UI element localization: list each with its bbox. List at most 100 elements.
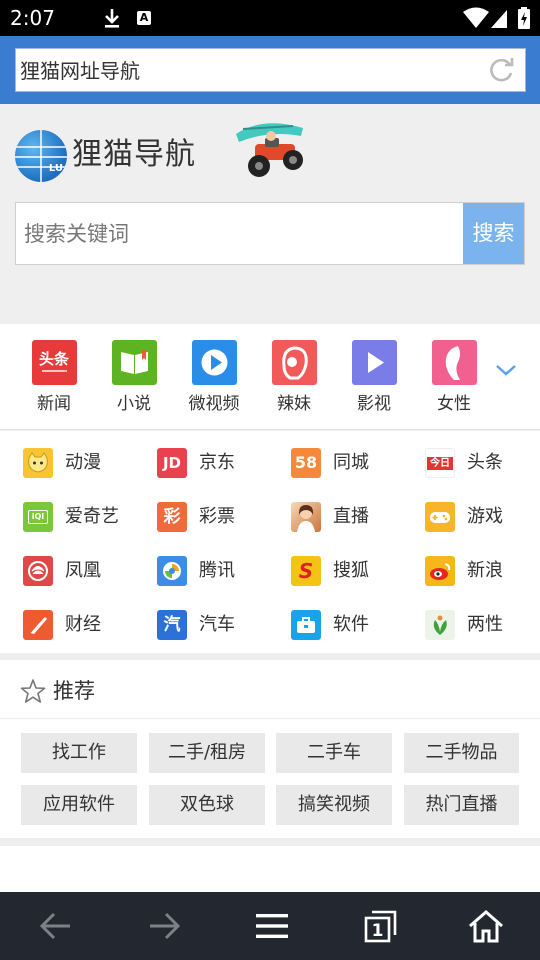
site-label: 汽车 (199, 614, 235, 635)
car-icon: 汽 (157, 610, 187, 640)
quick-item-movies[interactable]: 影视 (344, 340, 404, 415)
brand-name: 狸猫导航 (72, 137, 196, 172)
site-auto[interactable]: 汽 汽车 (157, 610, 267, 640)
quick-item-novel[interactable]: 小说 (104, 340, 164, 415)
site-label: 财经 (65, 614, 101, 635)
site-anime[interactable]: 动漫 (23, 448, 133, 478)
site-tencent[interactable]: 腾讯 (157, 556, 267, 586)
site-label: 动漫 (65, 452, 101, 473)
site-58[interactable]: 58 同城 (291, 448, 401, 478)
content-footer (0, 846, 540, 892)
battery-icon (518, 7, 530, 29)
forward-arrow-icon[interactable] (146, 908, 182, 944)
bottom-toolbar: 1 (0, 892, 540, 960)
quick-item-label: 女性 (437, 394, 471, 414)
search-box: 搜索 (15, 202, 525, 265)
brand-logo-icon: LU (15, 130, 67, 182)
lottery-icon: 彩 (157, 502, 187, 532)
menu-icon[interactable] (254, 908, 290, 944)
site-toutiao[interactable]: 今日 头条 (425, 448, 535, 478)
site-lottery[interactable]: 彩 彩票 (157, 502, 267, 532)
site-label: 腾讯 (199, 560, 235, 581)
site-label: 爱奇艺 (65, 506, 119, 527)
site-label: 头条 (467, 452, 503, 473)
recommend-section: 推荐 找工作 二手/租房 二手车 二手物品 应用软件 双色球 搞笑视频 热门直播 (0, 660, 540, 838)
quick-nav: 头条 新闻 小说 微视频 辣妹 影视 女性 (0, 324, 540, 430)
site-finance[interactable]: 财经 (23, 610, 133, 640)
tag-button[interactable]: 找工作 (21, 733, 137, 773)
quick-item-label: 影视 (357, 394, 391, 414)
site-sohu[interactable]: S 搜狐 (291, 556, 401, 586)
site-iqiyi[interactable]: iQI 爱奇艺 (23, 502, 133, 532)
gamepad-icon (425, 502, 455, 532)
site-label: 两性 (467, 614, 503, 635)
site-software[interactable]: 软件 (291, 610, 401, 640)
quick-item-news[interactable]: 头条 新闻 (24, 340, 84, 415)
site-label: 京东 (199, 452, 235, 473)
site-label: 搜狐 (333, 560, 369, 581)
book-icon (111, 340, 157, 385)
iqiyi-icon: iQI (23, 502, 53, 532)
address-text: 狸猫网址导航 (20, 59, 140, 83)
jd-icon: JD (157, 448, 187, 478)
site-sex[interactable]: 两性 (425, 610, 535, 640)
refresh-icon[interactable] (489, 57, 515, 83)
tab-count: 1 (371, 921, 384, 941)
tabs-icon[interactable]: 1 (362, 908, 398, 944)
weibo-icon (425, 556, 455, 586)
recommend-title: 推荐 (53, 679, 95, 703)
tag-button[interactable]: 双色球 (149, 785, 265, 825)
home-icon[interactable] (468, 908, 504, 944)
search-input[interactable] (16, 203, 464, 264)
tag-button[interactable]: 二手物品 (404, 733, 519, 773)
site-sina[interactable]: 新浪 (425, 556, 535, 586)
quick-item-label: 辣妹 (277, 394, 311, 414)
download-icon (105, 9, 119, 28)
tencent-icon (157, 556, 187, 586)
play-circle-icon (191, 340, 237, 385)
phoenix-icon (23, 556, 53, 586)
racing-car-doodle-icon[interactable] (233, 114, 309, 182)
tag-button[interactable]: 搞笑视频 (276, 785, 392, 825)
site-label: 直播 (333, 506, 369, 527)
live-photo-icon (291, 502, 321, 532)
site-live[interactable]: 直播 (291, 502, 401, 532)
toutiao-icon: 头条 (31, 340, 77, 385)
quick-item-women[interactable]: 女性 (424, 340, 484, 415)
site-label: 彩票 (199, 506, 235, 527)
address-bar[interactable]: 狸猫网址导航 (15, 48, 526, 92)
play-triangle-icon (351, 340, 397, 385)
quick-item-label: 微视频 (188, 394, 240, 414)
tag-button[interactable]: 热门直播 (404, 785, 519, 825)
status-time: 2:07 (10, 6, 55, 30)
finance-icon (23, 610, 53, 640)
wifi-icon (463, 7, 489, 28)
tag-button[interactable]: 二手车 (276, 733, 392, 773)
site-games[interactable]: 游戏 (425, 502, 535, 532)
star-icon (20, 679, 46, 703)
cat-icon (23, 448, 53, 478)
site-phoenix[interactable]: 凤凰 (23, 556, 133, 586)
jinri-icon: 今日 (425, 448, 455, 478)
58-icon: 58 (291, 448, 321, 478)
quick-item-label: 小说 (117, 394, 151, 414)
a-box-icon: A (137, 11, 151, 25)
quick-item-label: 新闻 (37, 394, 71, 414)
sohu-icon: S (291, 556, 321, 586)
tag-button[interactable]: 二手/租房 (149, 733, 265, 773)
signal-icon (491, 10, 507, 28)
site-grid: 动漫 JD 京东 58 同城 今日 头条 iQI 爱奇艺 彩 彩票 直播 游戏 (0, 431, 540, 653)
chevron-down-icon[interactable] (494, 362, 518, 378)
woman-icon (431, 340, 477, 385)
site-label: 凤凰 (65, 560, 101, 581)
site-jd[interactable]: JD 京东 (157, 448, 267, 478)
site-label: 游戏 (467, 506, 503, 527)
search-button[interactable]: 搜索 (463, 203, 524, 264)
quick-item-micro-video[interactable]: 微视频 (184, 340, 244, 415)
status-bar: 2:07 A (0, 0, 540, 36)
back-arrow-icon[interactable] (38, 908, 74, 944)
hero-section: LU 狸猫导航 搜索 (0, 104, 540, 324)
quick-item-girls[interactable]: 辣妹 (264, 340, 324, 415)
tag-button[interactable]: 应用软件 (21, 785, 137, 825)
site-label: 软件 (333, 614, 369, 635)
